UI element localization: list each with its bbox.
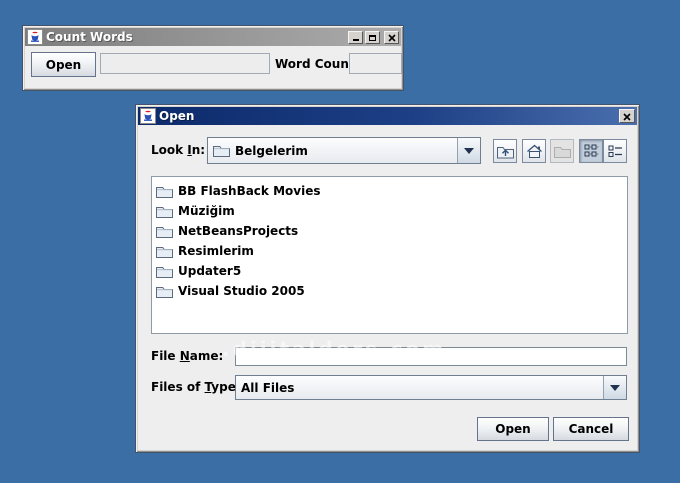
count-words-body: Open Word Count xyxy=(25,46,401,88)
files-of-type-dropdown-button[interactable] xyxy=(603,376,626,399)
maximize-button[interactable] xyxy=(365,31,380,44)
list-view-icon xyxy=(584,144,599,158)
file-name: Updater5 xyxy=(178,264,241,278)
up-folder-button[interactable] xyxy=(493,139,517,163)
folder-icon xyxy=(156,265,173,278)
open-dialog-titlebar[interactable]: Open xyxy=(138,107,637,125)
up-folder-icon xyxy=(497,144,514,159)
look-in-dropdown-button[interactable] xyxy=(457,138,480,163)
folder-icon xyxy=(156,205,173,218)
folder-icon xyxy=(156,245,173,258)
look-in-label-pre: Look xyxy=(151,143,187,157)
folder-icon xyxy=(156,225,173,238)
list-item[interactable]: Resimlerim xyxy=(152,241,627,261)
look-in-combobox[interactable]: Belgelerim xyxy=(207,137,481,164)
file-path-field[interactable] xyxy=(100,53,270,74)
maximize-icon xyxy=(369,35,376,41)
folder-icon xyxy=(156,285,173,298)
files-of-type-combobox[interactable]: All Files xyxy=(235,375,627,400)
close-icon xyxy=(623,113,631,121)
files-of-type-label-pre: Files of xyxy=(151,380,205,394)
count-words-window: Count Words Open Word Count xyxy=(22,25,404,91)
home-button[interactable] xyxy=(522,139,546,163)
file-list[interactable]: BB FlashBack Movies Müziğim NetBeansProj… xyxy=(151,176,628,334)
list-item[interactable]: Updater5 xyxy=(152,261,627,281)
minimize-button[interactable] xyxy=(348,31,363,44)
open-file-button[interactable]: Open xyxy=(31,52,96,77)
file-name-label-mnemonic: N xyxy=(180,349,190,363)
list-view-button[interactable] xyxy=(579,139,603,163)
file-name: Visual Studio 2005 xyxy=(178,284,305,298)
file-name: NetBeansProjects xyxy=(178,224,298,238)
list-item[interactable]: Visual Studio 2005 xyxy=(152,281,627,301)
file-name: Müziğim xyxy=(178,204,235,218)
file-name-label-pre: File xyxy=(151,349,180,363)
desktop: Count Words Open Word Count xyxy=(0,0,680,483)
word-count-field[interactable] xyxy=(349,53,402,74)
look-in-label: Look In: xyxy=(151,137,205,164)
file-name: BB FlashBack Movies xyxy=(178,184,320,198)
list-item[interactable]: BB FlashBack Movies xyxy=(152,181,627,201)
word-count-label: Word Count xyxy=(275,54,355,75)
open-dialog-body: Look In: Belgelerim xyxy=(138,125,637,450)
minimize-icon xyxy=(353,39,359,41)
close-icon xyxy=(388,34,396,42)
dialog-open-button[interactable]: Open xyxy=(477,417,549,441)
count-words-titlebar[interactable]: Count Words xyxy=(25,28,401,46)
look-in-label-post: n: xyxy=(192,143,205,157)
file-name-label-post: ame: xyxy=(190,349,224,363)
details-view-button[interactable] xyxy=(603,139,627,163)
java-cup-icon xyxy=(27,29,43,45)
close-button[interactable] xyxy=(619,109,635,123)
home-icon xyxy=(526,144,543,159)
list-item[interactable]: NetBeansProjects xyxy=(152,221,627,241)
open-dialog: Open Look In: xyxy=(135,104,640,453)
look-in-value: Belgelerim xyxy=(235,144,308,158)
java-cup-icon xyxy=(140,108,156,124)
open-dialog-title: Open xyxy=(159,109,194,123)
count-words-title: Count Words xyxy=(46,30,133,44)
folder-icon xyxy=(156,185,173,198)
new-folder-icon xyxy=(554,145,571,158)
details-view-icon xyxy=(608,144,623,158)
dialog-cancel-button[interactable]: Cancel xyxy=(553,417,629,441)
close-button[interactable] xyxy=(384,31,399,44)
chevron-down-icon xyxy=(610,385,620,391)
file-name-label: File Name: xyxy=(151,347,223,366)
chevron-down-icon xyxy=(464,148,474,154)
folder-icon xyxy=(213,144,230,157)
files-of-type-value: All Files xyxy=(241,381,294,395)
file-name: Resimlerim xyxy=(178,244,254,258)
list-item[interactable]: Müziğim xyxy=(152,201,627,221)
files-of-type-label: Files of Type: xyxy=(151,375,241,400)
file-name-input[interactable] xyxy=(235,347,627,366)
new-folder-button xyxy=(550,139,574,163)
